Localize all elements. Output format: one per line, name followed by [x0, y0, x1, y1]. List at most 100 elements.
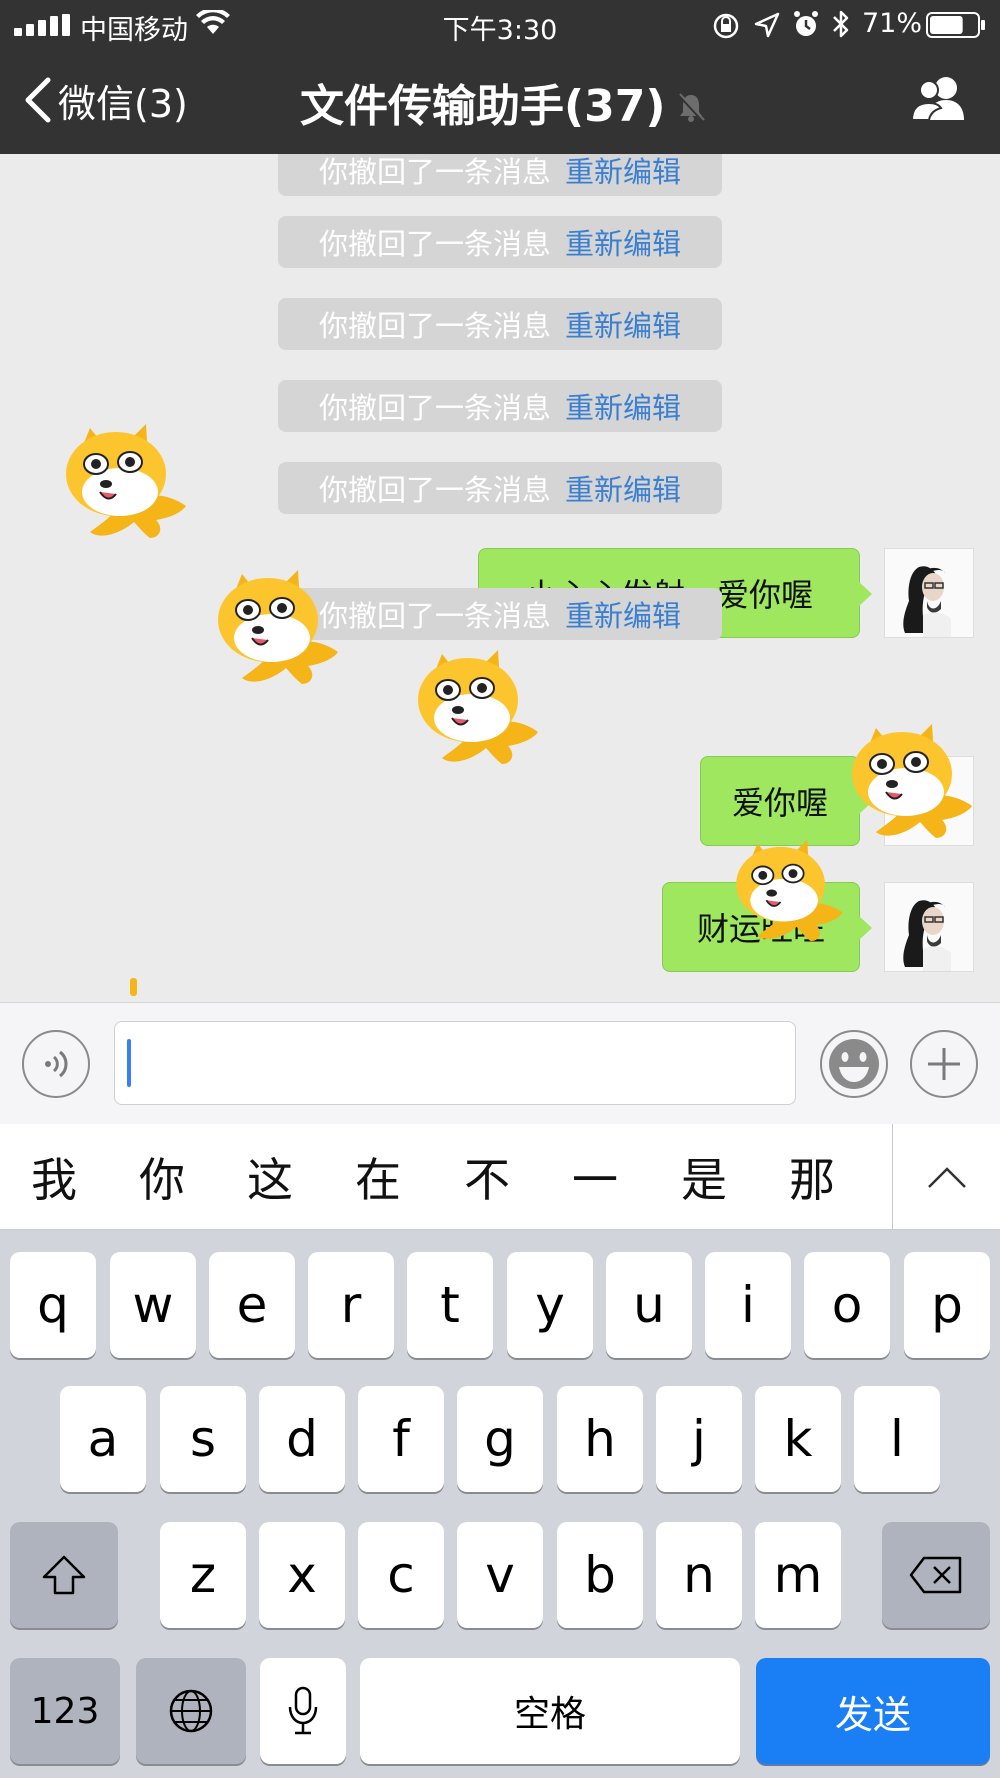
chevron-left-icon — [25, 77, 51, 123]
recall-text: 你撤回了一条消息 — [318, 155, 551, 189]
backspace-icon — [909, 1556, 962, 1594]
shift-key[interactable] — [10, 1522, 118, 1628]
candidate-word[interactable]: 不 — [433, 1124, 541, 1230]
battery-percent: 71% — [862, 8, 923, 39]
candidate-word[interactable]: 是 — [650, 1124, 758, 1230]
re-edit-link[interactable]: 重新编辑 — [565, 154, 681, 191]
back-button[interactable]: 微信(3) — [22, 70, 188, 130]
key-a[interactable]: a — [60, 1386, 146, 1492]
key-c[interactable]: c — [358, 1522, 444, 1628]
recall-text: 你撤回了一条消息 — [318, 309, 551, 343]
re-edit-link[interactable]: 重新编辑 — [565, 303, 681, 345]
key-u[interactable]: u — [606, 1252, 692, 1358]
key-k[interactable]: k — [755, 1386, 841, 1492]
voice-icon — [45, 1050, 68, 1078]
candidate-word[interactable]: 在 — [324, 1124, 432, 1230]
key-y[interactable]: y — [507, 1252, 593, 1358]
recall-notice: 你撤回了一条消息 重新编辑 — [278, 462, 722, 514]
avatar[interactable] — [884, 882, 974, 972]
candidate-word[interactable]: 这 — [216, 1124, 324, 1230]
recall-notice: 你撤回了一条消息 重新编辑 — [278, 298, 722, 350]
navigation-bar: 微信(3) 文件传输助手(37) — [0, 50, 1000, 154]
more-button[interactable] — [910, 1030, 978, 1098]
key-v[interactable]: v — [457, 1522, 543, 1628]
avatar-image — [903, 900, 951, 971]
globe-key[interactable] — [136, 1658, 246, 1764]
numbers-key[interactable]: 123 — [10, 1658, 120, 1764]
back-label: 微信(3) — [58, 81, 188, 126]
re-edit-link[interactable]: 重新编辑 — [565, 467, 681, 509]
key-t[interactable]: t — [407, 1252, 493, 1358]
microphone-icon — [288, 1686, 318, 1735]
emoji-icon — [829, 1039, 879, 1089]
keyboard: q w e r t y u i o p a s d f g h j k l z … — [0, 1230, 1000, 1778]
orientation-lock-icon — [713, 13, 739, 39]
sticker-fragment — [130, 978, 137, 996]
bluetooth-icon — [833, 10, 849, 38]
key-j[interactable]: j — [656, 1386, 742, 1492]
chat-title-area: 文件传输助手(37) — [300, 72, 707, 132]
key-r[interactable]: r — [308, 1252, 394, 1358]
key-d[interactable]: d — [259, 1386, 345, 1492]
globe-icon — [169, 1689, 213, 1733]
key-f[interactable]: f — [358, 1386, 444, 1492]
key-l[interactable]: l — [854, 1386, 940, 1492]
dog-sticker-icon — [736, 839, 843, 942]
candidate-word[interactable]: 你 — [108, 1124, 216, 1230]
dictation-key[interactable] — [260, 1658, 346, 1764]
status-bar: 中国移动 下午3:30 71% — [0, 0, 1000, 50]
avatar[interactable] — [884, 548, 974, 638]
key-x[interactable]: x — [259, 1522, 345, 1628]
key-s[interactable]: s — [160, 1386, 246, 1492]
re-edit-link[interactable]: 重新编辑 — [565, 385, 681, 427]
send-key[interactable]: 发送 — [756, 1658, 990, 1764]
voice-button[interactable] — [22, 1030, 90, 1098]
expand-candidates-button[interactable] — [892, 1124, 1000, 1230]
chat-title: 文件传输助手(37) — [300, 81, 666, 132]
candidate-bar: 我 你 这 在 不 一 是 那 — [0, 1124, 1000, 1230]
recall-text: 你撤回了一条消息 — [318, 227, 551, 261]
candidate-word[interactable]: 一 — [541, 1124, 649, 1230]
key-w[interactable]: w — [110, 1252, 196, 1358]
recall-text: 你撤回了一条消息 — [318, 473, 551, 507]
chat-area[interactable]: 你撤回了一条消息 重新编辑 你撤回了一条消息 重新编辑 你撤回了一条消息 重新编… — [0, 154, 1000, 1002]
key-g[interactable]: g — [457, 1386, 543, 1492]
alarm-icon — [794, 11, 818, 36]
key-p[interactable]: p — [904, 1252, 990, 1358]
key-z[interactable]: z — [160, 1522, 246, 1628]
shift-icon — [42, 1555, 86, 1595]
candidate-word[interactable]: 那 — [758, 1124, 866, 1230]
recall-text: 你撤回了一条消息 — [318, 599, 551, 633]
space-key[interactable]: 空格 — [360, 1658, 740, 1764]
dog-sticker-icon — [218, 570, 338, 684]
key-q[interactable]: q — [10, 1252, 96, 1358]
message-text: 爱你喔 — [731, 784, 828, 822]
key-i[interactable]: i — [705, 1252, 791, 1358]
key-n[interactable]: n — [656, 1522, 742, 1628]
text-cursor — [127, 1039, 131, 1087]
message-bubble[interactable]: 爱你喔 — [700, 756, 872, 846]
candidate-word[interactable]: 我 — [0, 1124, 108, 1230]
recall-notice: 你撤回了一条消息 重新编辑 — [278, 380, 722, 432]
emoji-button[interactable] — [820, 1030, 888, 1098]
chevron-up-icon — [927, 1167, 966, 1188]
dog-sticker-icon — [418, 650, 538, 764]
key-e[interactable]: e — [209, 1252, 295, 1358]
backspace-key[interactable] — [882, 1522, 990, 1628]
contacts-icon[interactable] — [910, 74, 970, 122]
avatar-image — [903, 566, 951, 637]
location-icon — [754, 12, 780, 38]
bell-muted-icon — [678, 93, 706, 123]
dog-sticker-icon — [66, 424, 186, 538]
key-m[interactable]: m — [755, 1522, 841, 1628]
key-h[interactable]: h — [557, 1386, 643, 1492]
key-o[interactable]: o — [804, 1252, 890, 1358]
key-b[interactable]: b — [557, 1522, 643, 1628]
re-edit-link[interactable]: 重新编辑 — [565, 221, 681, 263]
message-input[interactable] — [114, 1021, 796, 1105]
recall-notice: 你撤回了一条消息 重新编辑 — [278, 154, 722, 196]
battery-icon — [926, 12, 985, 38]
recall-notice: 你撤回了一条消息 重新编辑 — [278, 216, 722, 268]
re-edit-link[interactable]: 重新编辑 — [565, 593, 681, 635]
dog-sticker-icon — [852, 724, 972, 838]
